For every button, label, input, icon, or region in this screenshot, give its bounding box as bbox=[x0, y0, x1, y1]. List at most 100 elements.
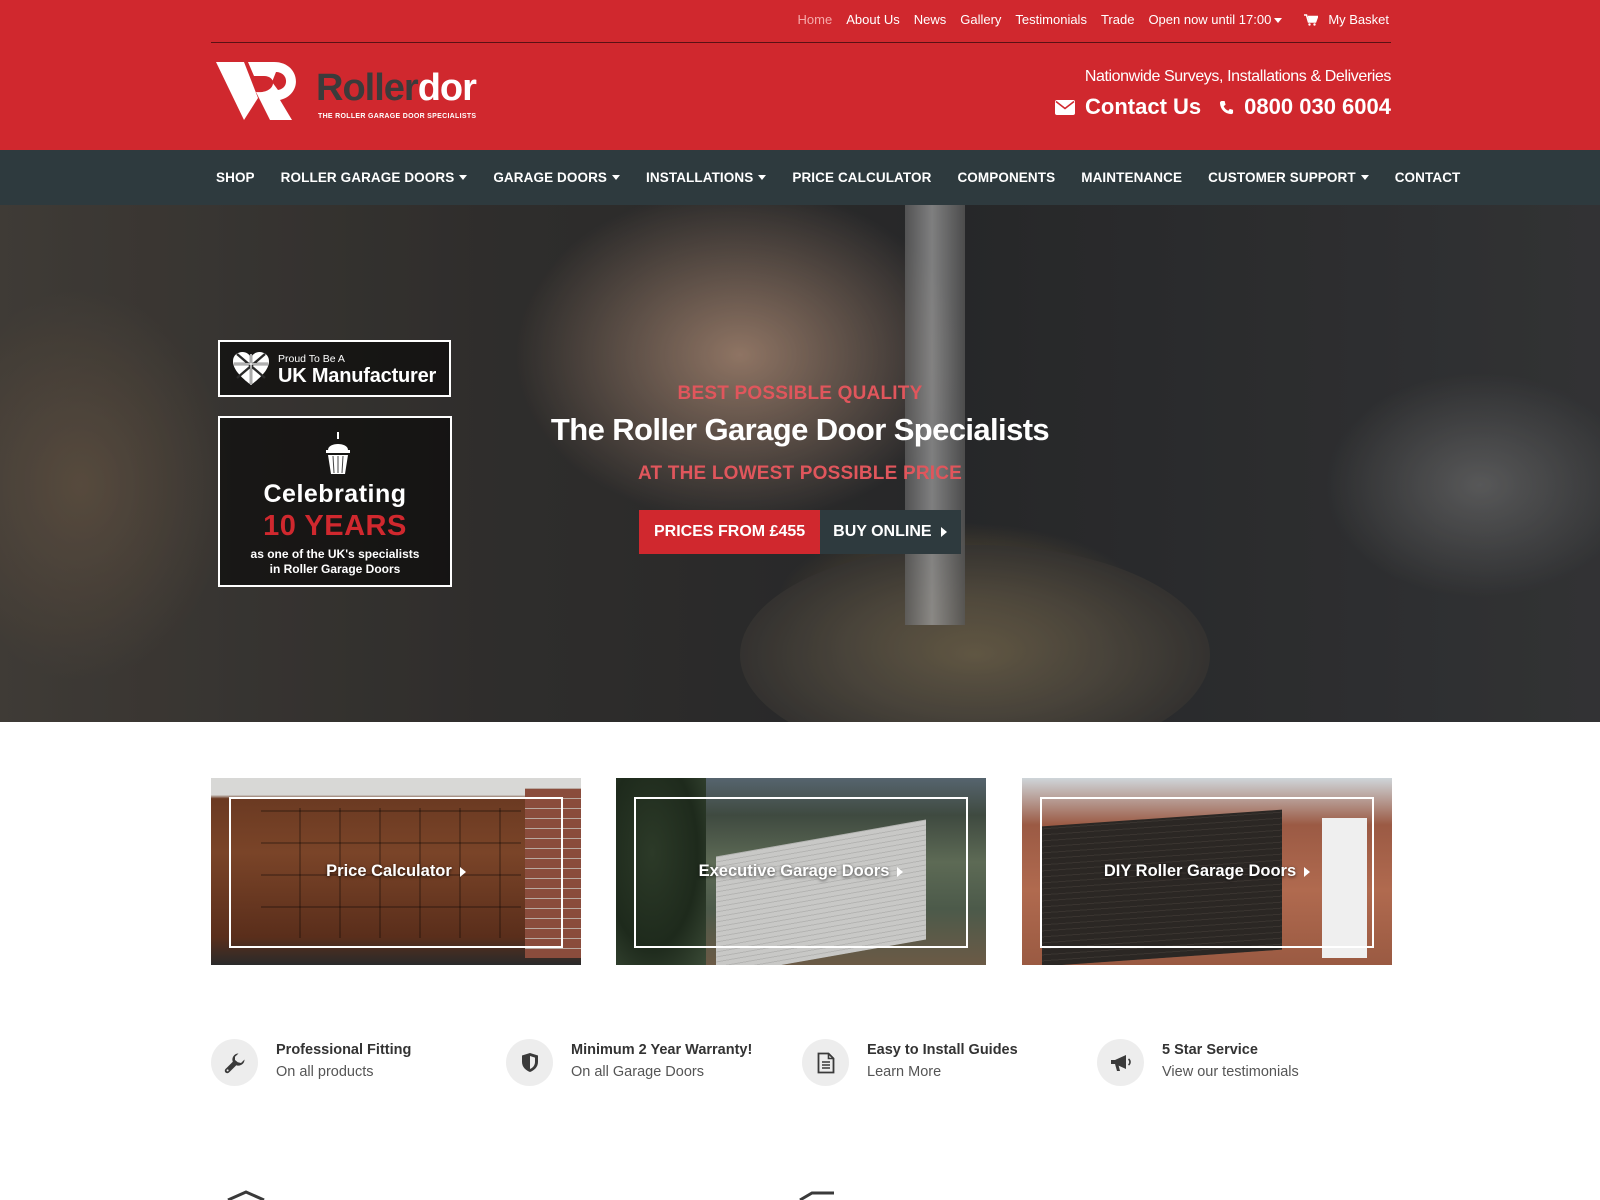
cupcake-icon bbox=[326, 432, 350, 474]
nav-price-calculator-label: PRICE CALCULATOR bbox=[792, 170, 932, 185]
tile-diy-roller-garage-doors[interactable]: DIY Roller Garage Doors bbox=[1022, 778, 1392, 965]
contact-us-link[interactable]: Contact Us bbox=[1055, 94, 1201, 120]
phone-icon bbox=[1220, 100, 1234, 114]
union-flag-heart-icon bbox=[233, 352, 269, 385]
tile-price-calculator[interactable]: Price Calculator bbox=[211, 778, 581, 965]
caret-down-icon bbox=[459, 175, 468, 180]
top-nav-gallery[interactable]: Gallery bbox=[960, 12, 1001, 27]
uk-manufacturer-badge: Proud To Be A UK Manufacturer bbox=[218, 340, 451, 397]
nav-shop-label: SHOP bbox=[216, 170, 255, 185]
top-nav-home[interactable]: Home bbox=[798, 12, 833, 27]
tile-label-text: Executive Garage Doors bbox=[698, 862, 890, 880]
ten-years-badge: Celebrating 10 YEARS as one of the UK's … bbox=[218, 416, 452, 587]
rollerdor-logo[interactable]: Rollerdor THE ROLLER GARAGE DOOR SPECIAL… bbox=[214, 56, 484, 126]
nav-contact-label: CONTACT bbox=[1394, 170, 1461, 185]
feature-title: Easy to Install Guides bbox=[867, 1042, 1018, 1058]
hero-cta-row: PRICES FROM £455 BUY ONLINE bbox=[639, 510, 961, 554]
prices-from-button[interactable]: PRICES FROM £455 bbox=[639, 510, 821, 554]
nav-contact[interactable]: CONTACT bbox=[1395, 170, 1461, 185]
celebrating-text: Celebrating bbox=[263, 480, 407, 508]
top-nav-testimonials[interactable]: Testimonials bbox=[1015, 12, 1087, 27]
nav-customer-support[interactable]: CUSTOMER SUPPORT bbox=[1208, 170, 1369, 185]
tile-label: Executive Garage Doors bbox=[616, 778, 986, 965]
feature-subtitle: On all products bbox=[276, 1064, 374, 1080]
shield-icon bbox=[521, 1053, 538, 1072]
chevron-right-icon bbox=[940, 527, 947, 537]
megaphone-icon bbox=[1110, 1054, 1131, 1071]
nav-garage-doors[interactable]: GARAGE DOORS bbox=[493, 170, 621, 185]
top-nav: Home About Us News Gallery Testimonials … bbox=[798, 12, 1389, 27]
top-nav-about[interactable]: About Us bbox=[846, 12, 899, 27]
opening-hours-dropdown[interactable]: Open now until 17:00 bbox=[1148, 12, 1283, 27]
feature-subtitle: On all Garage Doors bbox=[571, 1064, 704, 1080]
caret-down-icon bbox=[612, 175, 621, 180]
years-desc-line2: in Roller Garage Doors bbox=[269, 562, 401, 576]
document-icon bbox=[817, 1052, 834, 1073]
roller-door-roof-icon bbox=[799, 1191, 834, 1200]
feature-title: Professional Fitting bbox=[276, 1042, 412, 1058]
chevron-right-icon bbox=[1304, 866, 1311, 877]
nav-components-label: COMPONENTS bbox=[957, 170, 1056, 185]
envelope-icon bbox=[1055, 99, 1076, 115]
tile-executive-garage-doors[interactable]: Executive Garage Doors bbox=[616, 778, 986, 965]
caret-down-icon bbox=[1360, 175, 1369, 180]
caret-down-icon bbox=[1274, 18, 1283, 24]
nav-price-calculator[interactable]: PRICE CALCULATOR bbox=[792, 170, 931, 185]
nav-installations[interactable]: INSTALLATIONS bbox=[646, 170, 767, 185]
hero-subline: AT THE LOWEST POSSIBLE PRICE bbox=[637, 463, 963, 484]
phone-link[interactable]: 0800 030 6004 bbox=[1219, 94, 1391, 120]
tile-label-text: DIY Roller Garage Doors bbox=[1103, 862, 1297, 880]
feature-install-guides[interactable]: Easy to Install Guides Learn More bbox=[802, 1039, 1018, 1086]
nav-roller-garage-doors[interactable]: ROLLER GARAGE DOORS bbox=[281, 170, 468, 185]
feature-warranty[interactable]: Minimum 2 Year Warranty! On all Garage D… bbox=[506, 1039, 752, 1086]
hero-kicker: BEST POSSIBLE QUALITY bbox=[677, 383, 923, 404]
garage-roof-icon bbox=[227, 1190, 265, 1200]
basket-label: My Basket bbox=[1328, 12, 1389, 27]
feature-title: Minimum 2 Year Warranty! bbox=[571, 1042, 753, 1058]
top-nav-news[interactable]: News bbox=[914, 12, 947, 27]
feature-title: 5 Star Service bbox=[1162, 1042, 1258, 1058]
hero-banner: Proud To Be A UK Manufacturer Celebratin… bbox=[0, 205, 1600, 722]
nav-components[interactable]: COMPONENTS bbox=[957, 170, 1055, 185]
feature-professional-fitting[interactable]: Professional Fitting On all products bbox=[211, 1039, 411, 1086]
nav-maintenance[interactable]: MAINTENANCE bbox=[1081, 170, 1182, 185]
logo-tagline: THE ROLLER GARAGE DOOR SPECIALISTS bbox=[318, 113, 477, 120]
basket-link[interactable]: My Basket bbox=[1304, 12, 1389, 27]
buy-online-button[interactable]: BUY ONLINE bbox=[820, 510, 961, 554]
site-header: Home About Us News Gallery Testimonials … bbox=[0, 0, 1600, 150]
contact-row: Contact Us 0800 030 6004 bbox=[1055, 94, 1391, 120]
tile-label: Price Calculator bbox=[211, 778, 581, 965]
ten-years-text: 10 YEARS bbox=[263, 510, 407, 542]
opening-hours-text: Open now until 17:00 bbox=[1148, 12, 1272, 27]
feature-icon-circle bbox=[506, 1039, 553, 1086]
nav-roller-garage-doors-label: ROLLER GARAGE DOORS bbox=[280, 170, 455, 185]
chevron-right-icon bbox=[459, 866, 466, 877]
hero-headline: The Roller Garage Door Specialists bbox=[550, 412, 1050, 447]
nav-customer-support-label: CUSTOMER SUPPORT bbox=[1208, 170, 1356, 185]
phone-number: 0800 030 6004 bbox=[1244, 94, 1391, 119]
feature-subtitle: Learn More bbox=[867, 1064, 942, 1080]
uk-badge-big-text: UK Manufacturer bbox=[278, 365, 437, 387]
nav-maintenance-label: MAINTENANCE bbox=[1081, 170, 1183, 185]
feature-icon-circle bbox=[211, 1039, 258, 1086]
header-divider bbox=[211, 42, 1391, 43]
logo-mark-icon bbox=[216, 62, 296, 120]
feature-five-star-service[interactable]: 5 Star Service View our testimonials bbox=[1097, 1039, 1299, 1086]
nav-installations-label: INSTALLATIONS bbox=[646, 170, 754, 185]
cart-icon bbox=[1304, 13, 1319, 26]
nav-shop[interactable]: SHOP bbox=[216, 170, 255, 185]
buy-online-label: BUY ONLINE bbox=[833, 523, 932, 540]
logo-wordmark: Rollerdor bbox=[316, 67, 477, 109]
survey-text: Nationwide Surveys, Installations & Deli… bbox=[1084, 68, 1392, 85]
years-desc-line1: as one of the UK's specialists bbox=[250, 547, 420, 561]
nav-garage-doors-label: GARAGE DOORS bbox=[493, 170, 608, 185]
main-nav: SHOP ROLLER GARAGE DOORS GARAGE DOORS IN… bbox=[0, 150, 1600, 205]
top-nav-trade[interactable]: Trade bbox=[1101, 12, 1134, 27]
feature-subtitle: View our testimonials bbox=[1162, 1064, 1299, 1080]
feature-icon-circle bbox=[1097, 1039, 1144, 1086]
caret-down-icon bbox=[758, 175, 767, 180]
tile-label: DIY Roller Garage Doors bbox=[1022, 778, 1392, 965]
tile-label-text: Price Calculator bbox=[326, 862, 452, 880]
feature-icon-circle bbox=[802, 1039, 849, 1086]
header-contact-block: Nationwide Surveys, Installations & Deli… bbox=[1055, 68, 1391, 120]
